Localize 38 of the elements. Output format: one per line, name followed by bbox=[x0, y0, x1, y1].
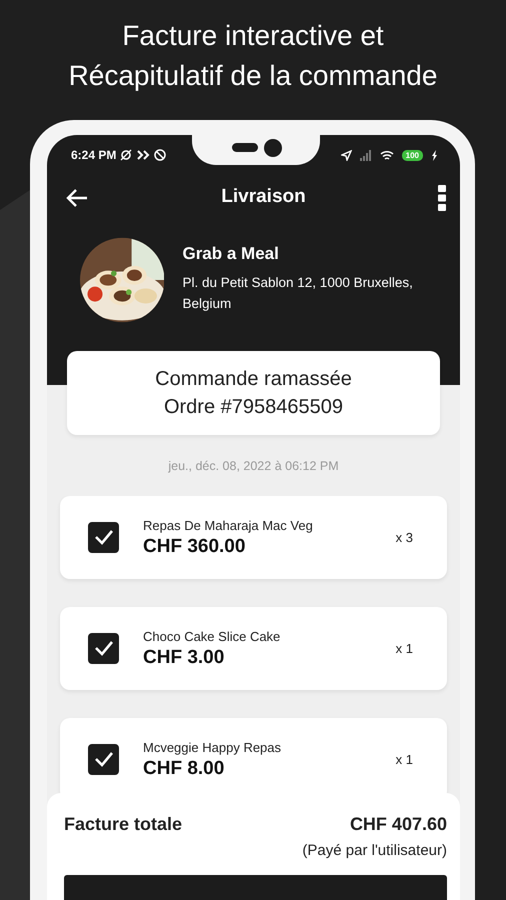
order-date: jeu., déc. 08, 2022 à 06:12 PM bbox=[167, 458, 340, 475]
order-status: Commande ramassée bbox=[154, 367, 353, 392]
back-arrow-icon bbox=[65, 188, 89, 208]
wifi-icon bbox=[380, 150, 394, 160]
signal-icon bbox=[360, 150, 372, 160]
item-quantity: x 1 bbox=[396, 640, 414, 658]
location-icon bbox=[340, 150, 352, 160]
checkmark-icon bbox=[94, 640, 114, 656]
headline-text: Récapitulatif de la commande bbox=[68, 59, 438, 93]
status-time: 6:24 PM bbox=[71, 147, 116, 164]
restaurant-address: Pl. du Petit Sablon 12, 1000 Bruxelles, Belgium bbox=[182, 274, 414, 313]
more-icon bbox=[438, 184, 446, 210]
item-price: CHF 360.00 bbox=[143, 535, 246, 559]
item-quantity: x 1 bbox=[396, 750, 414, 768]
item-price: CHF 8.00 bbox=[143, 757, 226, 781]
more-button[interactable] bbox=[438, 184, 446, 210]
item-name: Repas De Maharaja Mac Veg bbox=[143, 516, 313, 535]
item-name: Choco Cake Slice Cake bbox=[143, 628, 280, 646]
restaurant-name: Grab a Meal bbox=[182, 243, 280, 265]
checkmark-icon bbox=[94, 751, 114, 768]
checkbox[interactable] bbox=[88, 632, 119, 664]
total-label: Facture totale bbox=[64, 813, 182, 836]
payment-note: (Payé par l'utilisateur) bbox=[301, 841, 447, 861]
battery-indicator: 100 bbox=[402, 150, 423, 160]
item-name: Mcveggie Happy Repas bbox=[143, 738, 282, 757]
headline-text: Facture interactive et bbox=[121, 19, 385, 53]
checkbox[interactable] bbox=[88, 744, 119, 775]
blocked-icon bbox=[154, 149, 166, 161]
page-title: Livraison bbox=[221, 185, 306, 210]
back-button[interactable] bbox=[65, 188, 89, 208]
item-quantity: x 3 bbox=[396, 528, 414, 546]
order-number: Ordre #7958465509 bbox=[162, 395, 344, 420]
total-amount: CHF 407.60 bbox=[350, 813, 447, 836]
charging-icon bbox=[431, 150, 438, 160]
checkmark-icon bbox=[94, 529, 114, 546]
chevrons-icon bbox=[136, 149, 150, 161]
item-price: CHF 3.00 bbox=[143, 646, 226, 670]
checkbox[interactable] bbox=[88, 522, 119, 553]
